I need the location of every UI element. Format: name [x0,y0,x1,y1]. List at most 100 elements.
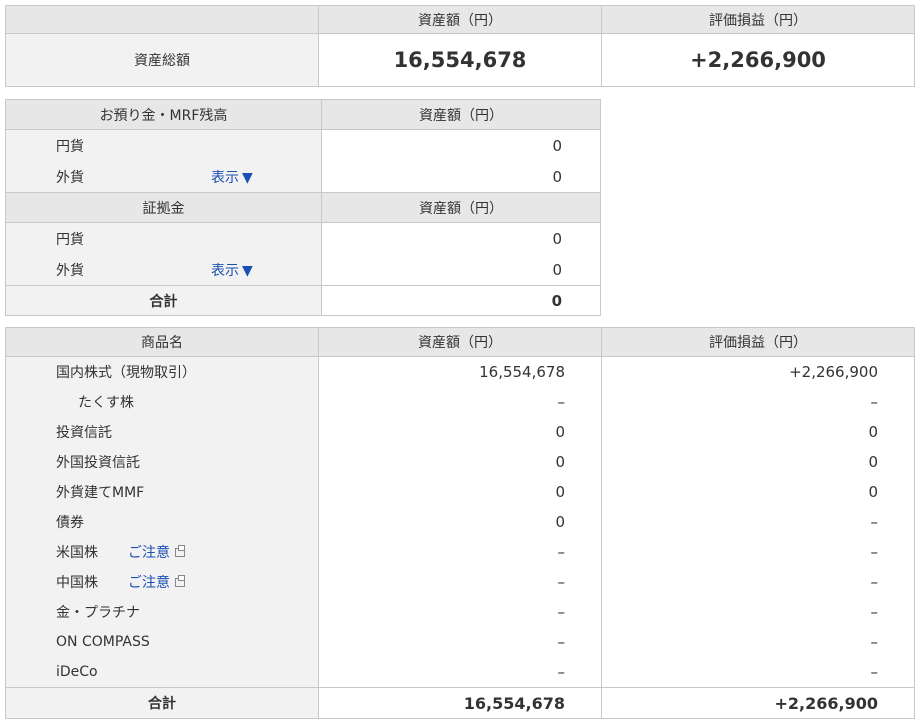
triangle-down-icon[interactable]: ▼ [242,263,253,279]
notice-link-text[interactable]: ご注意 [128,575,170,591]
product-pl: – [601,507,915,537]
product-name-cell: 米国株 ご注意 [5,537,319,567]
products-col-pl: 評価損益（円） [601,327,915,357]
margin-header-label: 証拠金 [5,192,322,223]
product-pl: – [601,567,915,597]
deposit-show-fx-text[interactable]: 表示 [211,170,239,186]
notice-link-text[interactable]: ご注意 [128,545,170,561]
product-name: 国内株式（現物取引） [5,356,319,387]
deposit-row-fx: 外貨 表示 ▼ 0 [5,161,601,193]
deposits-total-value: 0 [321,285,601,316]
deposits-table: お預り金・MRF残高 資産額（円） 円貨 0 外貨 表示 ▼ 0 証拠金 資産額（… [5,99,601,316]
product-pl: – [601,537,915,567]
product-name: 外国投資信託 [5,447,319,477]
product-name: 米国株 [56,545,98,561]
deposit-label-cell-fx: 外貨 表示 ▼ [5,161,322,193]
product-pl: 0 [601,417,915,447]
product-asset: – [318,597,602,627]
table-row: ON COMPASS – – [5,627,915,657]
product-asset: – [318,387,602,417]
product-asset: – [318,537,602,567]
product-pl: – [601,657,915,688]
product-pl: – [601,627,915,657]
product-name: 外貨建てMMF [5,477,319,507]
triangle-down-icon[interactable]: ▼ [242,170,253,186]
products-col-name: 商品名 [5,327,319,357]
deposits-total-label: 合計 [5,285,322,316]
asset-summary-table: 資産額（円） 評価損益（円） 資産総額 16,554,678 +2,266,90… [5,5,915,87]
summary-header-row: 資産額（円） 評価損益（円） [5,5,915,34]
products-total-label: 合計 [5,687,319,719]
product-asset: 16,554,678 [318,356,602,387]
product-pl: – [601,597,915,627]
margin-label-jpy: 円貨 [5,222,322,254]
products-header-row: 商品名 資産額（円） 評価損益（円） [5,327,915,357]
deposit-row-jpy: 円貨 0 [5,129,601,161]
notice-link-us-stocks[interactable]: ご注意 [128,544,185,561]
product-pl: +2,266,900 [601,356,915,387]
product-asset: 0 [318,447,602,477]
products-col-asset: 資産額（円） [318,327,602,357]
table-row: 外貨建てMMF 0 0 [5,477,915,507]
table-row: 外国投資信託 0 0 [5,447,915,477]
table-row: iDeCo – – [5,657,915,688]
product-name: 金・プラチナ [5,597,319,627]
deposit-label-jpy: 円貨 [5,129,322,161]
table-row: 債券 0 – [5,507,915,537]
table-row: 投資信託 0 0 [5,417,915,447]
margin-value-fx: 0 [321,254,601,286]
table-row: 国内株式（現物取引） 16,554,678 +2,266,900 [5,356,915,387]
product-asset: 0 [318,417,602,447]
deposits-header-row: お預り金・MRF残高 資産額（円） [5,99,601,130]
product-asset: 0 [318,477,602,507]
external-window-icon[interactable] [175,544,185,557]
product-asset: 0 [318,507,602,537]
table-row: 金・プラチナ – – [5,597,915,627]
deposit-value-jpy: 0 [321,129,601,161]
notice-link-cn-stocks[interactable]: ご注意 [128,574,185,591]
margin-header-row: 証拠金 資産額（円） [5,192,601,223]
products-total-row: 合計 16,554,678 +2,266,900 [5,687,915,719]
product-name: 中国株 [56,575,98,591]
product-name: ON COMPASS [5,627,319,657]
summary-total-row: 資産総額 16,554,678 +2,266,900 [5,33,915,87]
summary-col-asset: 資産額（円） [318,5,602,34]
table-row: 中国株 ご注意 – – [5,567,915,597]
product-pl: – [601,387,915,417]
external-window-icon[interactable] [175,574,185,587]
product-pl: 0 [601,447,915,477]
products-table: 商品名 資産額（円） 評価損益（円） 国内株式（現物取引） 16,554,678… [5,327,915,719]
deposits-header-asset: 資産額（円） [321,99,601,130]
summary-total-asset: 16,554,678 [318,33,602,87]
products-total-asset: 16,554,678 [318,687,602,719]
product-asset: – [318,567,602,597]
margin-label-fx: 外貨 [56,262,84,279]
summary-total-pl: +2,266,900 [601,33,915,87]
margin-label-cell-fx: 外貨 表示 ▼ [5,254,322,286]
margin-row-fx: 外貨 表示 ▼ 0 [5,254,601,286]
product-name: 債券 [5,507,319,537]
product-asset: – [318,657,602,688]
product-name-cell: 中国株 ご注意 [5,567,319,597]
deposit-value-fx: 0 [321,161,601,193]
table-row: 米国株 ご注意 – – [5,537,915,567]
table-row: たくす株 – – [5,387,915,417]
margin-row-jpy: 円貨 0 [5,222,601,254]
margin-value-jpy: 0 [321,222,601,254]
margin-show-fx-text[interactable]: 表示 [211,263,239,279]
products-total-pl: +2,266,900 [601,687,915,719]
product-asset: – [318,627,602,657]
product-name: iDeCo [5,657,319,688]
summary-row-label: 資産総額 [5,33,319,87]
margin-header-asset: 資産額（円） [321,192,601,223]
summary-blank-header [5,5,319,34]
product-pl: 0 [601,477,915,507]
margin-show-fx-link[interactable]: 表示 ▼ [211,260,253,280]
deposit-show-fx-link[interactable]: 表示 ▼ [211,167,253,187]
deposit-label-fx: 外貨 [56,169,84,186]
deposits-total-row: 合計 0 [5,285,601,316]
product-name: たくす株 [5,387,319,417]
summary-col-pl: 評価損益（円） [601,5,915,34]
deposits-header-label: お預り金・MRF残高 [5,99,322,130]
product-name: 投資信託 [5,417,319,447]
